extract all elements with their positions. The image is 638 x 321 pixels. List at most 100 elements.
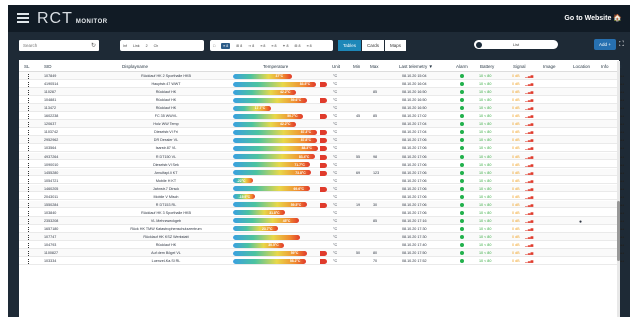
row-kebab-icon[interactable] bbox=[28, 162, 30, 168]
table-row[interactable]: 1100827 Auf dem Bögel VL 59°C °C 50 80 08.10.2… bbox=[19, 249, 624, 257]
table-row[interactable]: 1550284 R DT153 RL 59.5°C °C 19 30 08.10.20 17… bbox=[19, 200, 624, 209]
row-kebab-icon[interactable] bbox=[28, 226, 30, 232]
column-header-unit[interactable]: Unit bbox=[332, 64, 340, 69]
group1-item-3[interactable]: Ch bbox=[154, 44, 159, 48]
column-header-info[interactable]: Info bbox=[601, 64, 609, 69]
row-kebab-icon[interactable] bbox=[28, 243, 30, 249]
column-header-min[interactable]: Min bbox=[353, 64, 360, 69]
table-row[interactable]: 1460205 Jahnstr.7 Dirsck 69.6°C °C 08.10.20 … bbox=[19, 184, 624, 193]
row-kebab-icon[interactable] bbox=[28, 74, 30, 79]
refresh-icon[interactable]: ↻ bbox=[91, 42, 96, 49]
table-row[interactable]: 103840 Rücklauf HK 3 Sporthalle HKB 31.8°C… bbox=[19, 209, 624, 217]
table-row[interactable]: 1103742 Dieselstr.Vl Fri 87.3°C °C 08.10.20 … bbox=[19, 128, 624, 136]
temperature-bar-cap bbox=[320, 114, 327, 120]
search-input[interactable]: Search ↻ bbox=[19, 40, 99, 51]
row-kebab-icon[interactable] bbox=[28, 259, 30, 265]
row-kebab-icon[interactable] bbox=[28, 251, 30, 257]
table-row[interactable]: 2952962 DR Dessler VL 87.8°C °C 08.10.20 17:… bbox=[19, 136, 624, 144]
temperature-value: 83.4°C bbox=[298, 154, 310, 159]
row-kebab-icon[interactable] bbox=[28, 210, 30, 216]
column-header-max[interactable]: Max bbox=[370, 64, 379, 69]
table-row[interactable]: 103334 Luenzel-Ka.Sl RL 58.2°C °C 70 08.10.20… bbox=[19, 257, 624, 265]
row-kebab-icon[interactable] bbox=[28, 90, 30, 96]
row-displayname: Hauptstr.47 WWT bbox=[151, 82, 181, 87]
list-toggle[interactable]: List bbox=[474, 40, 558, 49]
temperature-bar bbox=[233, 234, 323, 240]
row-kebab-icon[interactable] bbox=[28, 114, 30, 120]
fullscreen-icon[interactable]: ⛶ bbox=[619, 40, 624, 49]
table-row[interactable]: 103564 Isarstr.87 VL 88.3°C °C 08.10.20 17:0… bbox=[19, 144, 624, 152]
row-kebab-icon[interactable] bbox=[28, 130, 30, 136]
group1-item-1[interactable]: Link bbox=[133, 44, 140, 48]
table-row[interactable]: 104793 Rücklauf HK 30.5°C °C 08.10.20 17:40 1… bbox=[19, 241, 624, 249]
row-kebab-icon[interactable] bbox=[28, 178, 30, 184]
vertical-scrollbar[interactable] bbox=[617, 61, 620, 317]
row-kebab-icon[interactable] bbox=[28, 202, 30, 208]
row-kebab-icon[interactable] bbox=[28, 138, 30, 144]
table-row[interactable]: 1054721 Mobile H KT -22°C °C 08.10.20 17:06 1… bbox=[19, 177, 624, 185]
hamburger-menu-icon[interactable] bbox=[17, 13, 29, 23]
group2-item-4[interactable]: ≡ 8 bbox=[260, 44, 265, 48]
row-kebab-icon[interactable] bbox=[28, 146, 30, 152]
column-header-sid[interactable]: SID bbox=[44, 64, 52, 69]
group2-item-5[interactable]: ≡ 8 bbox=[271, 44, 276, 48]
row-kebab-icon[interactable] bbox=[28, 186, 30, 192]
row-last-telemetry: 08.10.20 16:04 bbox=[402, 82, 427, 87]
table-row[interactable]: 2043011 Mobile V Misch -19.9°C °C 08.10.20 1… bbox=[19, 193, 624, 201]
column-header-battery[interactable]: Battery bbox=[480, 64, 494, 69]
table-row[interactable]: 1657180 Rück HK TMW Katastrophenschutzzen… bbox=[19, 225, 624, 233]
table-row[interactable]: 120637 Holz WW Temp 42.2°C °C 08.10.20 17:04… bbox=[19, 120, 624, 128]
filter-group-1[interactable]: Inf Link 2 Ch bbox=[120, 40, 204, 51]
row-kebab-icon[interactable] bbox=[28, 218, 30, 224]
group2-item-7[interactable]: ⊞ 8 bbox=[295, 44, 301, 48]
tab-tables[interactable]: Tables bbox=[338, 40, 362, 51]
table-row[interactable]: 110287 Rücklauf HK 42.2°C °C 85 08.10.20 16:5… bbox=[19, 88, 624, 96]
row-kebab-icon[interactable] bbox=[28, 106, 30, 112]
scrollbar-thumb[interactable] bbox=[617, 201, 620, 261]
column-header-sl[interactable]: SL bbox=[24, 64, 30, 69]
row-kebab-icon[interactable] bbox=[28, 170, 30, 176]
row-kebab-icon[interactable] bbox=[28, 122, 30, 128]
row-kebab-icon[interactable] bbox=[28, 98, 30, 104]
column-header-location[interactable]: Location bbox=[573, 64, 590, 69]
row-kebab-icon[interactable] bbox=[28, 194, 30, 200]
row-kebab-icon[interactable] bbox=[28, 82, 30, 88]
table-row[interactable]: 1602238 FC 35 WWVL 50.7°C °C 45 85 08.10.20 17… bbox=[19, 112, 624, 120]
table-row[interactable]: 1090010 Dieselstr.Vl Sek 71.7°C °C 08.10.20 … bbox=[19, 161, 624, 169]
column-header-signal[interactable]: Signal bbox=[513, 64, 526, 69]
table-row[interactable]: 113472 Rücklauf HK 17.7°C °C 08.10.20 16:50 1… bbox=[19, 104, 624, 112]
column-header-temperature[interactable]: Temperature bbox=[263, 64, 288, 69]
temperature-value: 88.3°C bbox=[301, 146, 312, 151]
add-button[interactable]: Add + bbox=[594, 39, 616, 50]
temperature-bar-cap bbox=[320, 162, 327, 168]
column-header-last-telemetry[interactable]: Last telemetry ▼ bbox=[399, 64, 433, 69]
row-signal: 0 dB bbox=[512, 194, 520, 199]
group2-item-0[interactable]: □ bbox=[213, 44, 215, 48]
row-sid: 1550284 bbox=[44, 202, 59, 207]
group2-item-6[interactable]: ✦ 8 bbox=[283, 44, 289, 48]
table-row[interactable]: 4190514 Hauptstr.47 WWT 83.5°C °C 08.10.20 1… bbox=[19, 80, 624, 88]
group1-item-2[interactable]: 2 bbox=[146, 44, 148, 48]
row-kebab-icon[interactable] bbox=[28, 154, 30, 160]
table-row[interactable]: 4937264 R DT150 VL 83.4°C °C 55 98 08.10.20 17… bbox=[19, 152, 624, 161]
filter-group-2[interactable]: □ ≡ 8 ⊞ 8 ⇒ 8 ≡ 8 ≡ 8 ✦ 8 ⊞ 8 ≡ 8 bbox=[210, 40, 333, 51]
table-row[interactable]: 104881 Rücklauf HK 59.6°C °C 08.10.20 16:50 1… bbox=[19, 96, 624, 104]
table-row[interactable]: 107747 Rücklauf HK KSZ Werkstatt °C 08.10.2… bbox=[19, 233, 624, 241]
group2-item-1[interactable]: ≡ 8 bbox=[221, 42, 231, 49]
column-header-image[interactable]: Image bbox=[543, 64, 556, 69]
table-row[interactable]: 2353208 VL Mehrzweckgeb 45°C °C 85 08.10.20 1… bbox=[19, 216, 624, 225]
alarm-status-icon bbox=[460, 226, 464, 231]
row-kebab-icon[interactable] bbox=[28, 235, 30, 240]
table-row[interactable]: 1455280 Arnulfapl.li KT 73.8°C °C 69 123 08.10… bbox=[19, 168, 624, 177]
tab-maps[interactable]: Maps bbox=[385, 40, 407, 51]
temperature-bar bbox=[233, 186, 323, 192]
group1-item-0[interactable]: Inf bbox=[123, 44, 127, 48]
column-header-alarm[interactable]: Alarm bbox=[456, 64, 468, 69]
group2-item-8[interactable]: ≡ 8 bbox=[307, 44, 312, 48]
column-header-displayname[interactable]: Displayname bbox=[122, 64, 148, 69]
go-to-website-link[interactable]: Go to Website 🏠 bbox=[564, 14, 622, 22]
group2-item-2[interactable]: ⊞ 8 bbox=[236, 44, 242, 48]
tab-cards[interactable]: Cards bbox=[362, 40, 385, 51]
table-row[interactable]: 107849 Rücklauf HK 2 Sporthalle HKB 37°C °C… bbox=[19, 72, 624, 80]
group2-item-3[interactable]: ⇒ 8 bbox=[248, 44, 254, 48]
